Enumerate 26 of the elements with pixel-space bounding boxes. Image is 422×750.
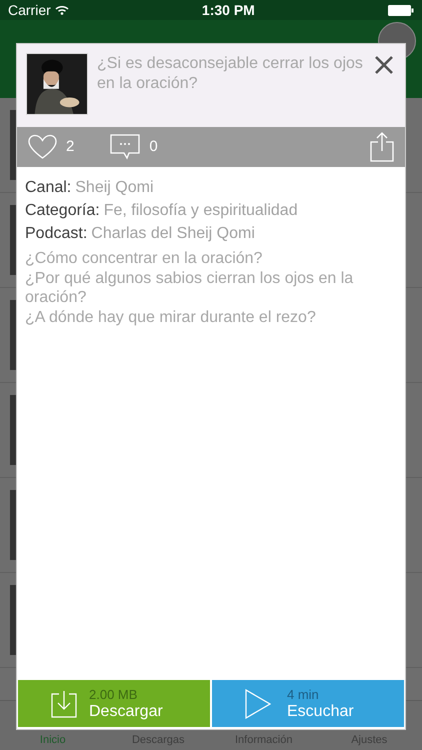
battery-icon <box>388 4 414 16</box>
wifi-icon <box>54 5 69 15</box>
listen-label: Escuchar <box>287 704 354 720</box>
duration: 4 min <box>287 688 319 700</box>
comment-count: 0 <box>149 136 158 157</box>
clock-text: 1:30 PM <box>202 0 255 20</box>
listen-button[interactable]: 4 min Escuchar <box>212 680 404 727</box>
field-value: Sheij Qomi <box>75 178 154 198</box>
carrier-text: Carrier <box>8 0 51 20</box>
field-value: Fe, filosofía y espiritualidad <box>104 201 298 221</box>
play-icon <box>245 688 271 718</box>
field-label: Categoría: <box>25 201 100 221</box>
file-size: 2.00 MB <box>89 688 138 700</box>
field-value: Charlas del Sheij Qomi <box>91 224 255 244</box>
heart-icon[interactable] <box>28 134 57 160</box>
download-button[interactable]: 2.00 MB Descargar <box>18 680 210 727</box>
tab[interactable]: Inicio <box>0 732 106 748</box>
share-icon[interactable] <box>370 132 394 162</box>
like-count: 2 <box>66 136 74 157</box>
download-icon <box>51 690 77 718</box>
episode-title: ¿Si es desaconsejable cerrar los ojos en la oración? <box>97 54 363 94</box>
download-label: Descargar <box>89 704 163 720</box>
field-label: Canal: <box>25 178 72 198</box>
comment-icon[interactable] <box>110 134 140 160</box>
field-label: Podcast: <box>25 224 88 244</box>
episode-description: ¿Cómo concentrar en la oración? ¿Por qué algunos sabios cierran los ojos en la oración? ¿A dónde hay que mirar durante el rezo? <box>25 249 354 327</box>
